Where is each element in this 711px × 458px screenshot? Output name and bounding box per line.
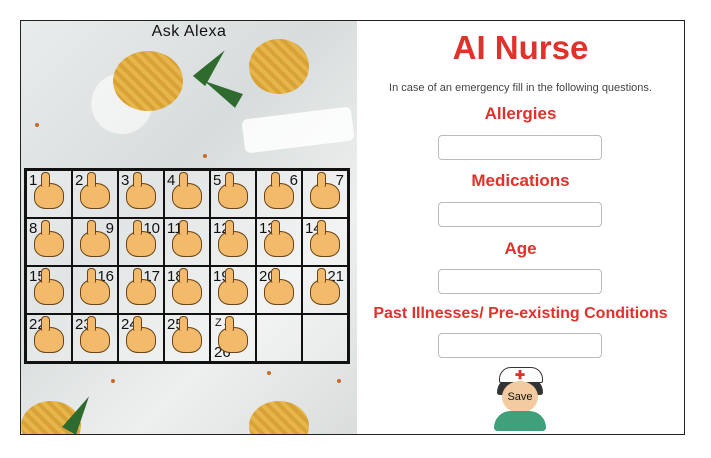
sign-number: 2: [75, 172, 84, 189]
medical-cross-icon: ✚: [515, 368, 526, 382]
sign-cell: 4: [164, 170, 210, 218]
sign-cell: 22: [26, 314, 72, 362]
sign-cell: 1: [26, 170, 72, 218]
sign-number: 3: [121, 172, 130, 189]
light-reflection: [241, 106, 355, 154]
hand-sign-icon: [126, 268, 156, 306]
pineapple-decoration: [249, 401, 309, 434]
hand-sign-icon: [34, 316, 64, 354]
dot-decoration: [203, 154, 207, 158]
age-label: Age: [504, 239, 537, 258]
hand-sign-icon: [172, 316, 202, 354]
hand-sign-icon: [80, 220, 110, 258]
sign-cell: 14: [302, 218, 348, 266]
dot-decoration: [35, 123, 39, 127]
hand-sign-icon: [218, 316, 248, 354]
hand-sign-icon: [34, 220, 64, 258]
hand-sign-icon: [172, 268, 202, 306]
sign-number: 1: [29, 172, 38, 189]
sign-cell: 18: [164, 266, 210, 314]
sign-cell: 26 Z→: [210, 314, 256, 362]
sign-cell: 10: [118, 218, 164, 266]
hand-sign-icon: [34, 268, 64, 306]
hand-sign-icon: [126, 220, 156, 258]
hand-sign-icon: [126, 316, 156, 354]
sign-cell: 2: [72, 170, 118, 218]
sign-cell: 20: [256, 266, 302, 314]
hand-sign-icon: [218, 172, 248, 210]
hand-sign-icon: [264, 220, 294, 258]
hand-sign-icon: [172, 172, 202, 210]
sign-cell: 5: [210, 170, 256, 218]
sign-cell: 17: [118, 266, 164, 314]
sign-cell: 12: [210, 218, 256, 266]
hand-sign-icon: [264, 172, 294, 210]
sign-number: 5: [213, 172, 222, 189]
sign-number: 4: [167, 172, 176, 189]
conditions-input[interactable]: [438, 333, 602, 358]
nurse-form: AI Nurse In case of an emergency fill in…: [357, 21, 684, 434]
leaf-decoration: [200, 74, 243, 108]
dot-decoration: [111, 379, 115, 383]
hand-sign-icon: [310, 220, 340, 258]
pineapple-decoration: [249, 39, 309, 94]
allergies-input[interactable]: [438, 135, 602, 160]
dot-decoration: [267, 371, 271, 375]
sign-cell: 19: [210, 266, 256, 314]
hand-sign-icon: [218, 220, 248, 258]
sign-cell: 25: [164, 314, 210, 362]
medications-label: Medications: [471, 171, 570, 190]
sign-number: 7: [335, 172, 344, 189]
hand-sign-icon: [172, 220, 202, 258]
hand-sign-icon: [218, 268, 248, 306]
age-input[interactable]: [438, 269, 602, 294]
hand-sign-icon: [126, 172, 156, 210]
sign-cell: 15: [26, 266, 72, 314]
intro-text: In case of an emergency fill in the foll…: [389, 82, 652, 94]
hand-sign-icon: [80, 172, 110, 210]
sign-cell: [256, 314, 302, 362]
sign-language-chart: 1 2 3 4 5 6 7 8 9 10 11 12 13 14 15 16 17 18 19 20 21 22 23 24 2…: [24, 168, 350, 364]
hand-sign-icon: [34, 172, 64, 210]
ask-alexa-label: Ask Alexa: [151, 23, 227, 40]
app-frame: Ask Alexa 1 2 3 4 5 6 7 8 9 10 11 12 13 14 15 16 17 18 19 2…: [20, 20, 685, 435]
pineapple-decoration: [113, 51, 183, 111]
camera-feed: Ask Alexa 1 2 3 4 5 6 7 8 9 10 11 12 13 14 15 16 17 18 19 2…: [21, 21, 357, 434]
allergies-label: Allergies: [484, 104, 557, 123]
save-label: Save: [507, 391, 533, 403]
nurse-uniform: [494, 411, 546, 431]
sign-number: 9: [105, 220, 114, 237]
hand-sign-icon: [310, 268, 340, 306]
sign-number: 6: [289, 172, 298, 189]
sign-cell: 7: [302, 170, 348, 218]
sign-cell: 16: [72, 266, 118, 314]
dot-decoration: [337, 379, 341, 383]
hand-sign-icon: [80, 316, 110, 354]
sign-cell: 13: [256, 218, 302, 266]
sign-cell: 21: [302, 266, 348, 314]
medications-input[interactable]: [438, 202, 602, 227]
sign-cell: 24: [118, 314, 164, 362]
sign-cell: 23: [72, 314, 118, 362]
conditions-label: Past Illnesses/ Pre-existing Conditions: [373, 305, 668, 322]
hand-sign-icon: [80, 268, 110, 306]
sign-cell: [302, 314, 348, 362]
hand-sign-icon: [264, 268, 294, 306]
sign-number: 8: [29, 220, 38, 237]
save-button[interactable]: ✚ Save: [493, 367, 547, 431]
sign-cell: 6: [256, 170, 302, 218]
sign-cell: 3: [118, 170, 164, 218]
page-title: AI Nurse: [452, 29, 589, 66]
sign-cell: 9: [72, 218, 118, 266]
sign-cell: 8: [26, 218, 72, 266]
sign-cell: 11: [164, 218, 210, 266]
hand-sign-icon: [310, 172, 340, 210]
